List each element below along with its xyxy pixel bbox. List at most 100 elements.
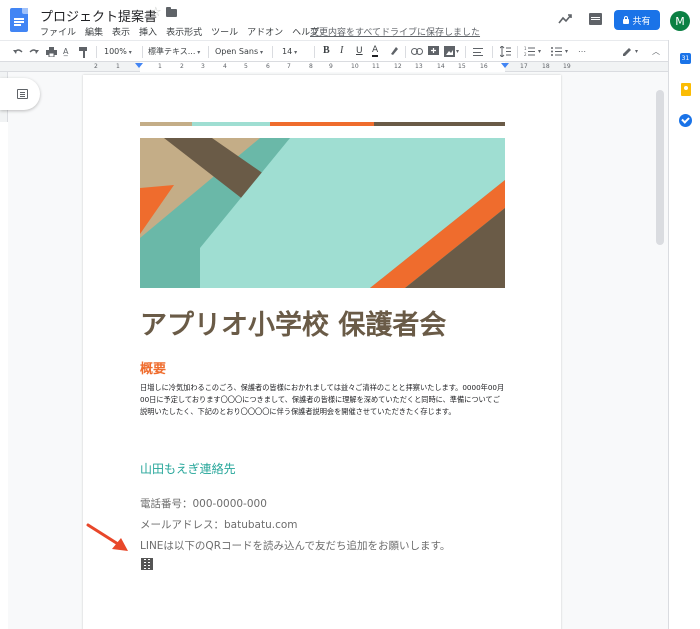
ruler-number: 5 [244, 63, 248, 70]
chevron-down-icon[interactable]: ▾ [635, 46, 638, 58]
contact-line-instructions: LINEは以下のQRコードを読み込んで友だち追加をお願いします。 [140, 540, 451, 552]
contact-phone: 電話番号：000-0000-000 [140, 498, 267, 510]
toolbar-divider [314, 46, 315, 58]
text-color-button[interactable]: A [372, 45, 379, 57]
toolbar: A̲ 100% 標準テキス... Open Sans 14 B I U A ▾ … [0, 40, 668, 62]
undo-icon[interactable] [13, 47, 23, 57]
keep-icon[interactable] [681, 83, 691, 96]
paint-format-icon[interactable] [79, 47, 88, 58]
red-pointer-arrow-icon [86, 523, 128, 551]
calendar-icon[interactable]: 31 [680, 53, 691, 64]
contact-email: メールアドレス：batubatu.com [140, 519, 298, 531]
editing-mode-pencil-icon[interactable] [622, 46, 633, 57]
decorative-stripe [140, 122, 505, 126]
toolbar-divider [465, 46, 466, 58]
link-icon[interactable] [411, 48, 423, 55]
chevron-down-icon[interactable]: ▾ [538, 46, 541, 58]
document-outline-button[interactable] [0, 78, 40, 110]
vertical-scrollbar[interactable] [656, 90, 664, 245]
avatar[interactable]: M [670, 11, 690, 31]
header-banner-image[interactable] [140, 138, 505, 288]
bold-button[interactable]: B [323, 45, 330, 57]
ruler-number: 15 [458, 63, 466, 70]
ruler-number: 17 [520, 63, 528, 70]
toolbar-divider [208, 46, 209, 58]
docs-app: プロジェクト提案書 ☆ ファイル 編集 表示 挿入 表示形式 ツール アドオン … [0, 0, 700, 629]
highlight-pen-icon[interactable] [389, 46, 399, 56]
spellcheck-icon[interactable]: A̲ [63, 46, 68, 58]
menu-format[interactable]: 表示形式 [166, 25, 202, 38]
overview-body-text: 日増しに冷気加わるこのごろ、保護者の皆様におかれましては益々ご清祥のことと拝察い… [140, 383, 505, 416]
align-left-icon[interactable] [473, 48, 483, 56]
menu-addons[interactable]: アドオン [247, 25, 283, 38]
right-indent-marker[interactable] [501, 63, 509, 68]
chevron-down-icon[interactable]: ▾ [456, 46, 459, 58]
tasks-icon[interactable] [679, 114, 692, 127]
ruler-number: 1 [158, 63, 162, 70]
line-spacing-icon[interactable] [500, 46, 511, 57]
ruler-number: 10 [351, 63, 359, 70]
vertical-ruler[interactable] [0, 72, 8, 629]
comment-history-icon[interactable] [589, 13, 602, 25]
ruler-number: 18 [542, 63, 550, 70]
chevron-down-icon[interactable]: ▾ [565, 46, 568, 58]
menu-insert[interactable]: 挿入 [139, 25, 157, 38]
add-comment-icon[interactable] [428, 46, 439, 57]
ruler-number: 11 [372, 63, 380, 70]
print-icon[interactable] [46, 47, 57, 57]
menu-file[interactable]: ファイル [40, 25, 76, 38]
star-icon[interactable]: ☆ [150, 5, 162, 20]
toolbar-divider [142, 46, 143, 58]
ruler-number: 2 [94, 63, 98, 70]
ruler-number: 3 [201, 63, 205, 70]
folder-icon[interactable] [166, 7, 177, 17]
toolbar-divider [96, 46, 97, 58]
docs-logo-icon[interactable] [10, 8, 28, 32]
redo-icon[interactable] [29, 47, 39, 57]
insert-image-icon[interactable] [444, 46, 455, 57]
document-page[interactable]: アプリオ小学校 保護者会 概要 日増しに冷気加わるこのごろ、保護者の皆様におかれ… [83, 75, 561, 629]
toolbar-divider [405, 46, 406, 58]
document-heading: アプリオ小学校 保護者会 [140, 310, 447, 341]
title-bar: プロジェクト提案書 ☆ ファイル 編集 表示 挿入 表示形式 ツール アドオン … [0, 0, 700, 40]
section-title-overview: 概要 [140, 362, 167, 377]
lock-icon [623, 15, 630, 24]
paragraph-style-select[interactable]: 標準テキス... [148, 46, 200, 59]
italic-button[interactable]: I [340, 45, 343, 57]
font-family-select[interactable]: Open Sans [215, 46, 263, 59]
ruler-number: 12 [394, 63, 402, 70]
horizontal-ruler[interactable]: 2 1 1 2 3 4 5 6 7 8 9 10 11 12 13 14 15 … [0, 62, 668, 72]
save-status-link[interactable]: 変更内容をすべてドライブに保存しました [310, 25, 480, 38]
bulleted-list-icon[interactable] [551, 46, 562, 57]
zoom-select[interactable]: 100% [104, 46, 132, 59]
svg-text:1: 1 [524, 46, 527, 51]
menu-tools[interactable]: ツール [211, 25, 238, 38]
font-size-select[interactable]: 14 [282, 46, 297, 59]
svg-text:2: 2 [524, 52, 527, 57]
ruler-number: 9 [329, 63, 333, 70]
ruler-number: 7 [287, 63, 291, 70]
ruler-text-area [140, 62, 505, 72]
activity-trend-icon[interactable] [558, 12, 572, 26]
toolbar-divider [517, 46, 518, 58]
collapse-toolbar-icon[interactable]: ︿ [652, 46, 660, 58]
qr-code-image[interactable] [141, 558, 153, 570]
ruler-number: 16 [480, 63, 488, 70]
side-panel: 31 [668, 40, 700, 629]
menu-view[interactable]: 表示 [112, 25, 130, 38]
vertical-ruler-text-area [0, 122, 8, 629]
left-indent-marker[interactable] [135, 63, 143, 68]
toolbar-divider [272, 46, 273, 58]
ruler-number: 6 [266, 63, 270, 70]
numbered-list-icon[interactable]: 12 [524, 46, 535, 57]
ruler-number: 19 [563, 63, 571, 70]
outline-list-icon [17, 89, 28, 99]
share-label: 共有 [632, 16, 651, 27]
more-options-icon[interactable]: ⋯ [578, 46, 586, 58]
ruler-number: 4 [223, 63, 227, 70]
ruler-number: 13 [415, 63, 423, 70]
share-button[interactable]: 共有 [614, 10, 660, 30]
document-title[interactable]: プロジェクト提案書 [40, 6, 157, 25]
menu-edit[interactable]: 編集 [85, 25, 103, 38]
underline-button[interactable]: U [356, 45, 363, 57]
